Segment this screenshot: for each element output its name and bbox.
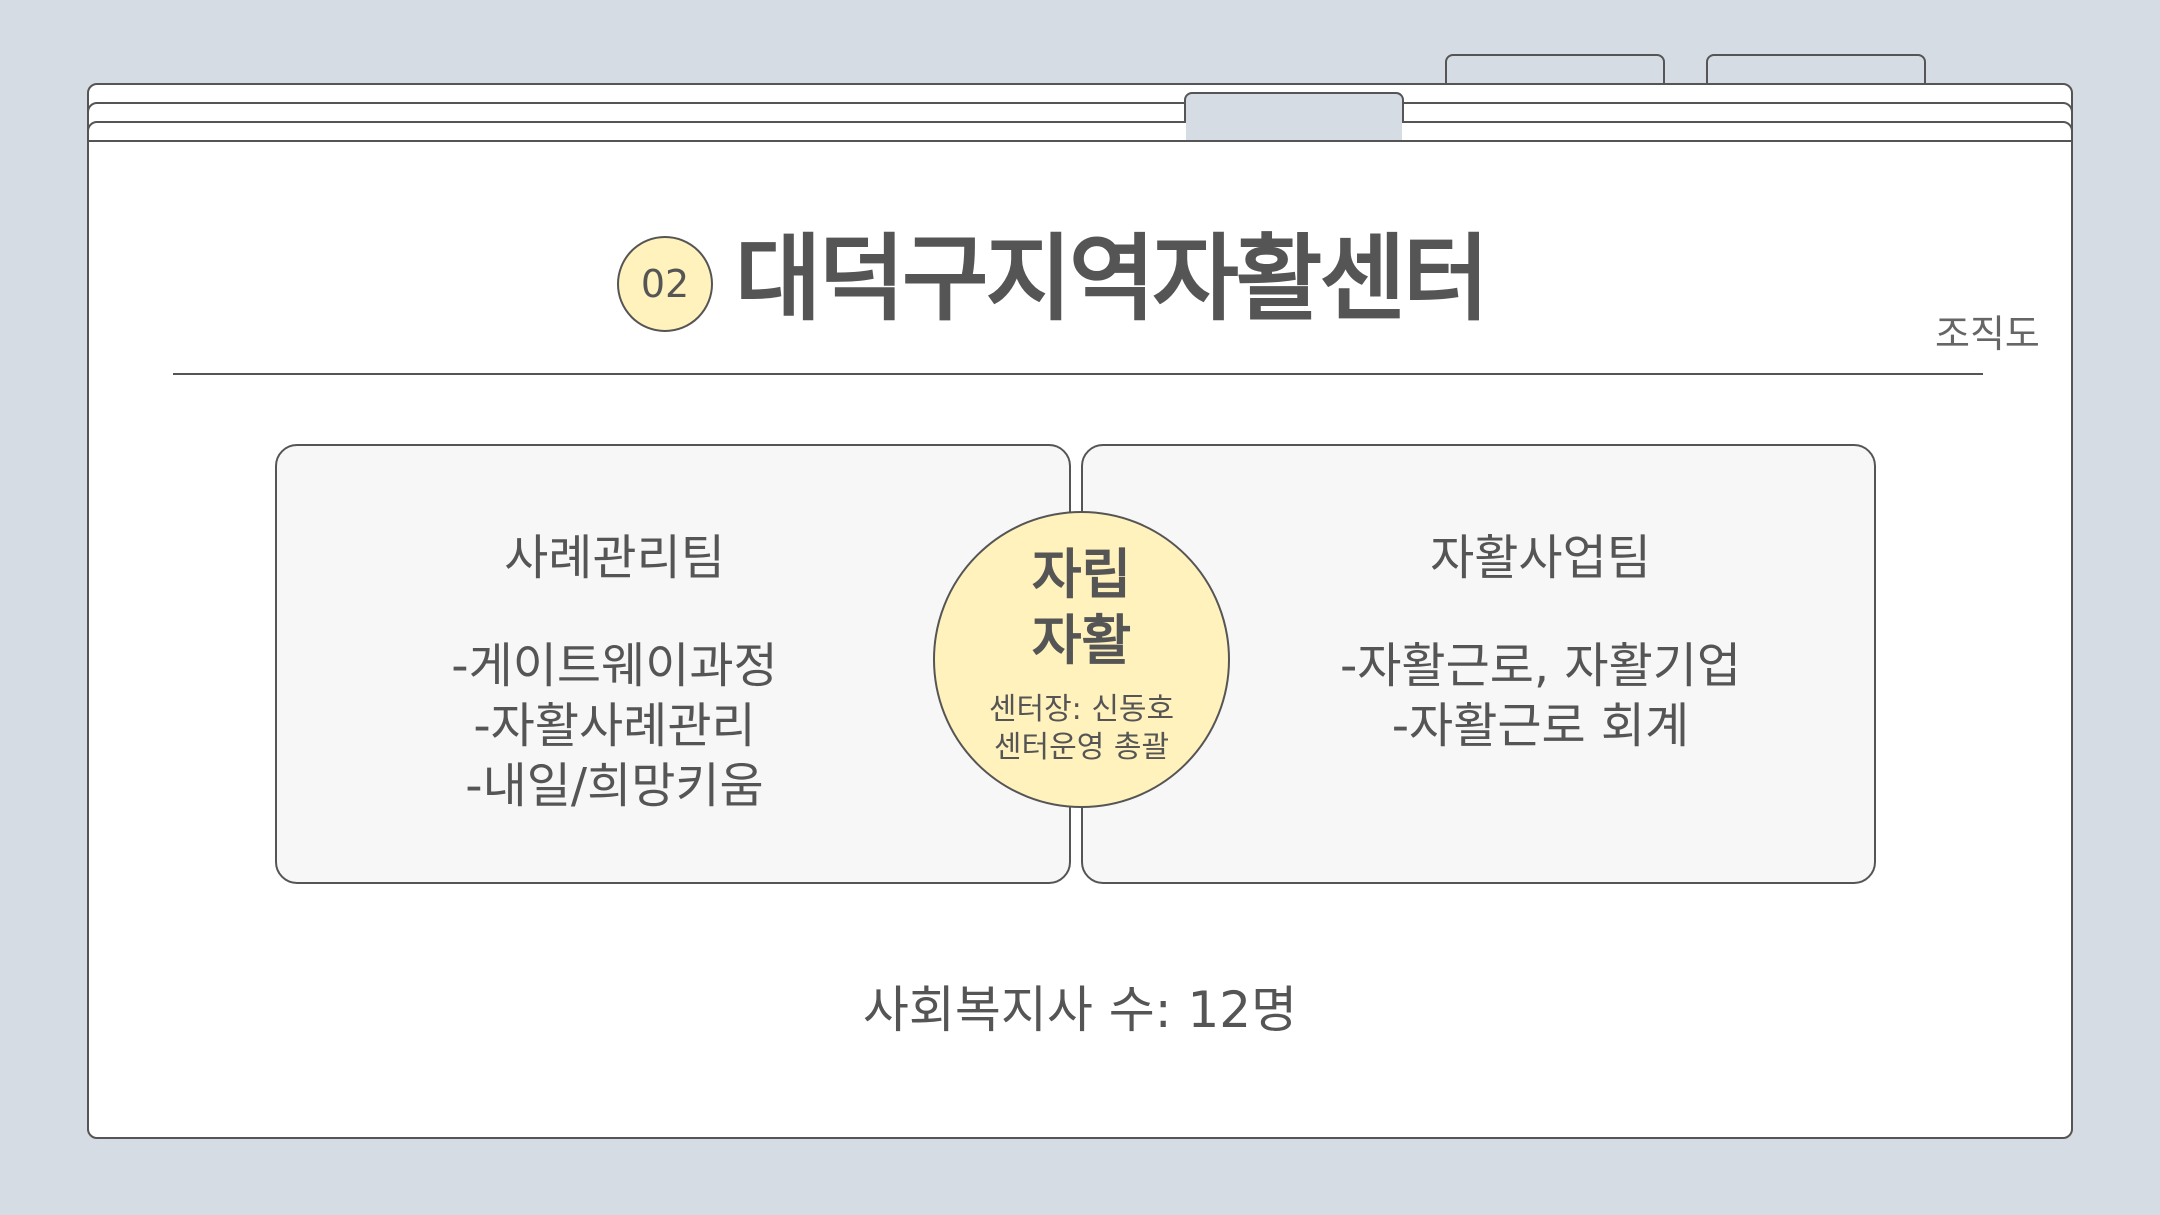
- page-title: 대덕구지역자활센터: [735, 225, 1489, 334]
- center-circle: 자립 자활 센터장: 신동호 센터운영 총괄: [933, 511, 1230, 808]
- page-subtitle: 조직도: [1935, 312, 2040, 356]
- center-role: 센터운영 총괄: [993, 730, 1170, 765]
- list-item: -자활근로, 자활기업: [1339, 638, 1742, 694]
- list-item: -게이트웨이과정: [451, 638, 778, 694]
- section-number-badge: 02: [617, 236, 713, 332]
- center-director: 센터장: 신동호: [988, 692, 1175, 727]
- tab-join: [1186, 120, 1402, 142]
- sheet-top-fill: [89, 142, 2071, 162]
- title-row: 02 대덕구지역자활센터: [0, 225, 2160, 335]
- team-item-list: -자활근로, 자활기업 -자활근로 회계: [1203, 636, 1878, 756]
- team-title: 자활사업팀: [1430, 530, 1651, 586]
- title-divider: [173, 373, 1983, 375]
- team-item-list: -게이트웨이과정 -자활사례관리 -내일/희망키움: [277, 636, 952, 816]
- team-title: 사례관리팀: [504, 530, 725, 586]
- circle-title-line-1: 자립: [1031, 543, 1132, 606]
- list-item: -자활사례관리: [473, 698, 756, 754]
- circle-title-line-2: 자활: [1031, 609, 1132, 672]
- slide: 02 대덕구지역자활센터 조직도 사례관리팀 -게이트웨이과정 -자활사례관리 …: [0, 0, 2160, 1215]
- social-worker-count: 사회복지사 수: 12명: [862, 981, 1298, 1039]
- list-item: -내일/희망키움: [465, 758, 764, 814]
- list-item: -자활근로 회계: [1391, 698, 1690, 754]
